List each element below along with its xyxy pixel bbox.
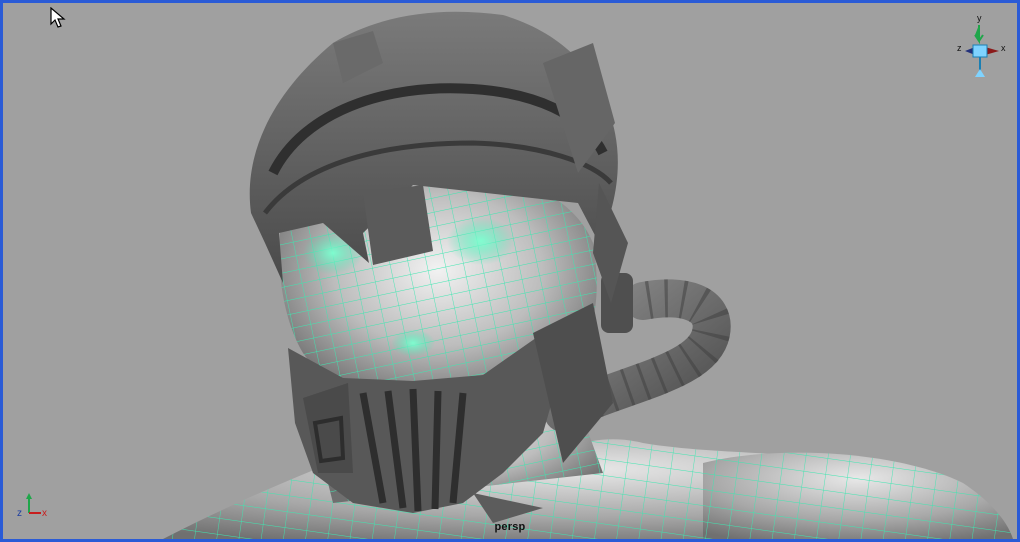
axis-indicator-icon: x z [17, 493, 47, 519]
origin-axis-x-label: x [42, 508, 47, 519]
view-cube-icon[interactable]: y z x [955, 11, 1011, 83]
mouse-cursor-icon [50, 7, 66, 28]
view-cube-x-label: x [1001, 43, 1006, 53]
camera-name-label: persp [494, 521, 526, 533]
view-cube-z-label: z [957, 43, 962, 53]
origin-axis-z-label: z [17, 508, 22, 519]
scene-render[interactable] [3, 3, 1017, 539]
perspective-viewport[interactable]: y z x x z persp [0, 0, 1020, 542]
view-cube-y-label: y [977, 13, 982, 23]
